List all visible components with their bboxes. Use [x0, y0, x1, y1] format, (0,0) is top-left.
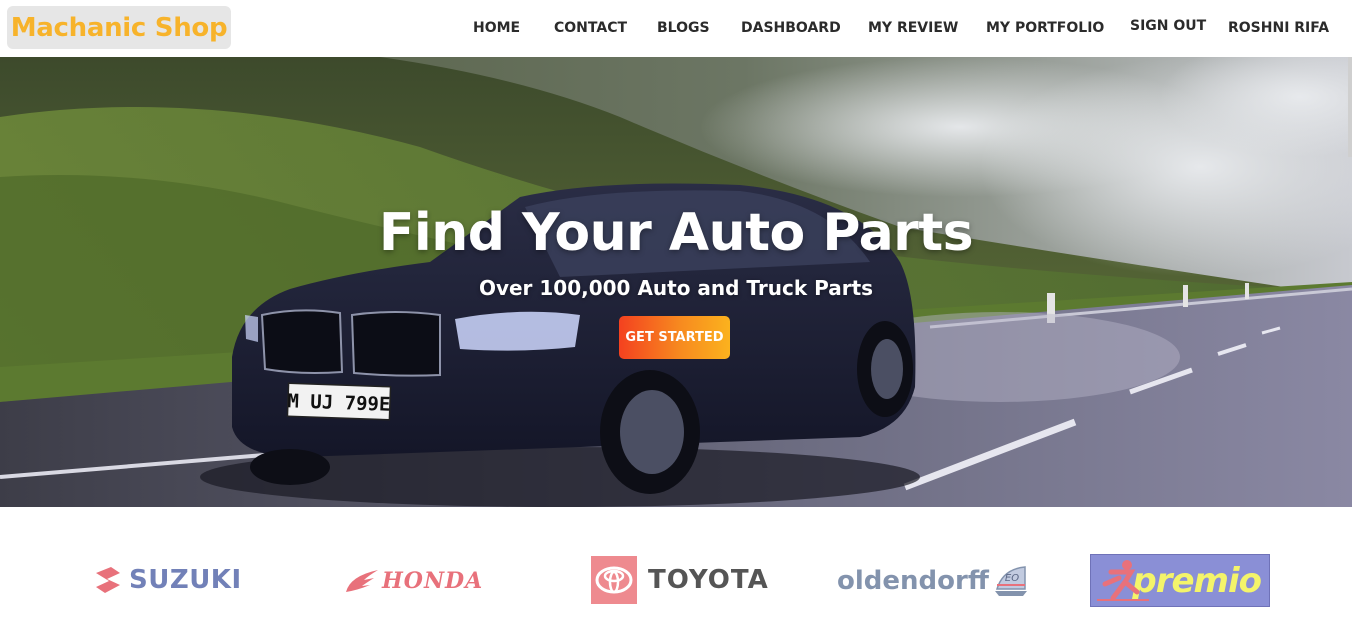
nav-my-portfolio[interactable]: MY PORTFOLIO — [986, 19, 1104, 37]
nav-dashboard[interactable]: DASHBOARD — [741, 19, 841, 37]
honda-logo[interactable]: HONDA — [344, 566, 483, 596]
toyota-emblem-icon — [591, 556, 637, 604]
premio-wordmark: premio — [1132, 560, 1262, 601]
get-started-button[interactable]: GET STARTED — [619, 316, 730, 359]
suzuki-s-icon — [96, 567, 120, 593]
hero-subtitle: Over 100,000 Auto and Truck Parts — [478, 276, 874, 300]
top-navbar: Machanic Shop HOME CONTACT BLOGS DASHBOA… — [0, 0, 1352, 57]
oldendorff-wordmark: oldendorff — [837, 566, 989, 596]
oldendorff-badge-text: EO — [1005, 573, 1019, 584]
premio-badge: premio — [1090, 554, 1270, 607]
oldendorff-ship-icon: EO — [994, 566, 1027, 596]
honda-wordmark: HONDA — [382, 568, 484, 594]
suzuki-wordmark: SUZUKI — [129, 565, 242, 595]
honda-wing-icon — [346, 570, 378, 592]
nav-home[interactable]: HOME — [473, 19, 520, 37]
nav-blogs[interactable]: BLOGS — [657, 19, 710, 37]
runner-icon — [1097, 560, 1149, 601]
nav-sign-out[interactable]: SIGN OUT — [1130, 17, 1206, 35]
toyota-logo[interactable]: TOYOTA — [591, 556, 769, 604]
nav-my-review[interactable]: MY REVIEW — [868, 19, 958, 37]
license-plate: M UJ 799E — [287, 390, 391, 416]
partner-brands: SUZUKI HONDA TOYOTA oldendorff EO premio — [0, 507, 1352, 621]
hero-title: Find Your Auto Parts — [378, 203, 974, 263]
page-scrollbar[interactable] — [1348, 57, 1352, 157]
nav-menu: HOME CONTACT BLOGS DASHBOARD MY REVIEW M… — [0, 0, 1352, 57]
suzuki-logo[interactable]: SUZUKI — [93, 565, 242, 595]
nav-user-name[interactable]: ROSHNI RIFA — [1228, 19, 1329, 37]
nav-contact[interactable]: CONTACT — [554, 19, 627, 37]
hero-banner: M UJ 799E Find Your Auto Parts Over 100,… — [0, 57, 1352, 507]
toyota-wordmark: TOYOTA — [648, 565, 769, 595]
premio-logo[interactable]: premio — [1090, 554, 1270, 607]
oldendorff-logo[interactable]: oldendorff EO — [837, 564, 1029, 598]
